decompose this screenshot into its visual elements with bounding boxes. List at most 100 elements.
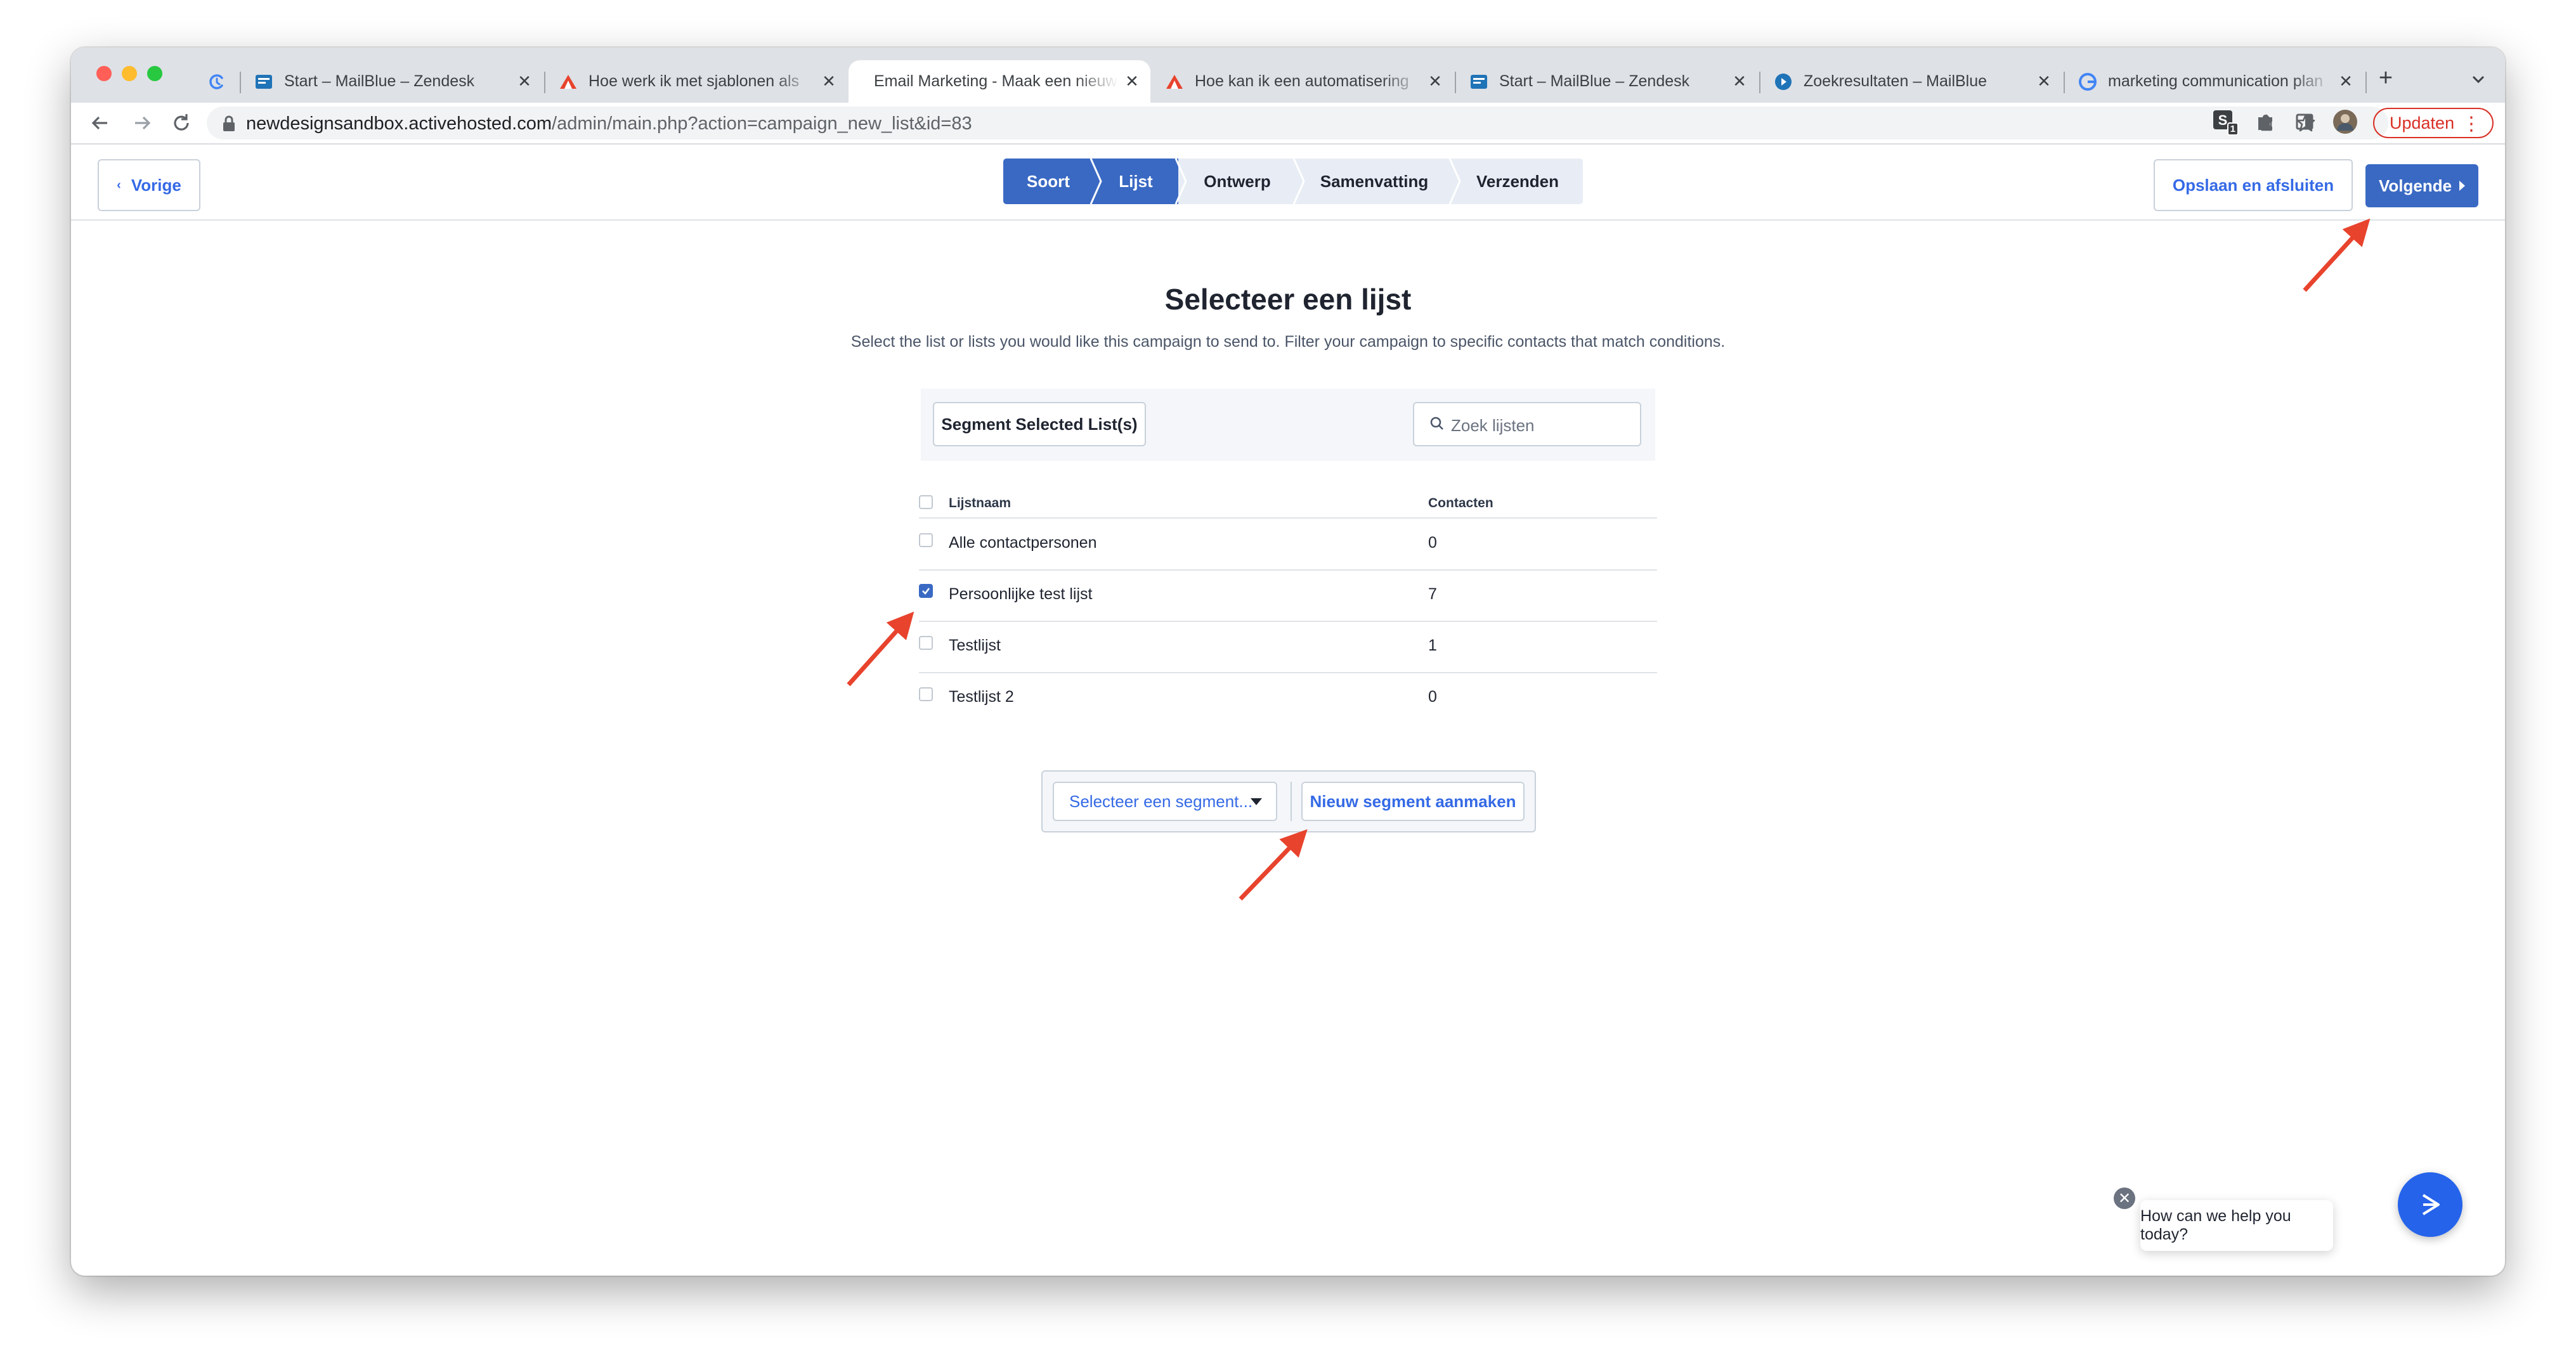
tab-title: Zoekresultaten – MailBlue: [1804, 72, 1987, 90]
browser-tab[interactable]: Zoekresultaten – MailBlue ✕: [1760, 60, 2062, 103]
update-chrome-button[interactable]: Updaten ⋮: [2373, 108, 2494, 138]
list-name: Testlijst 2: [949, 688, 1014, 706]
tab-title: Hoe werk ik met sjablonen als: [589, 72, 800, 90]
close-tab-icon[interactable]: ✕: [2034, 72, 2053, 91]
next-button[interactable]: Volgende: [2365, 164, 2478, 207]
list-name: Alle contactpersonen: [949, 534, 1097, 552]
chevron-left-icon: ‹: [117, 178, 121, 192]
url-path: /admin/main.php?action=campaign_new_list…: [552, 113, 972, 134]
page-subtitle: Select the list or lists you would like …: [850, 333, 1726, 351]
save-and-close-label: Opslaan en afsluiten: [2172, 175, 2334, 195]
column-header-contacts: Contacten: [1428, 496, 1493, 510]
chevron-down-icon[interactable]: [2467, 68, 2490, 91]
row-checkbox[interactable]: [919, 687, 933, 701]
tab-title: Email Marketing - Maak een nieuwe campag…: [874, 72, 1119, 90]
select-segment-dropdown[interactable]: Selecteer een segment...: [1053, 782, 1277, 821]
close-tab-icon[interactable]: ✕: [1730, 72, 1749, 91]
tab-title: Hoe kan ik een automatisering: [1195, 72, 1409, 90]
caret-down-icon: [1251, 798, 1262, 805]
reload-icon[interactable]: [167, 109, 195, 137]
select-all-checkbox[interactable]: [919, 495, 933, 509]
chat-launcher-button[interactable]: [2398, 1172, 2462, 1237]
browser-tab[interactable]: Start – MailBlue – Zendesk ✕: [241, 60, 543, 103]
extension-badge: 1: [2227, 122, 2239, 136]
side-panel-icon[interactable]: [2292, 109, 2317, 134]
close-tab-icon[interactable]: ✕: [1122, 72, 1142, 91]
lock-icon: [222, 115, 236, 132]
search-placeholder: Zoek lijsten: [1451, 416, 1535, 435]
zendesk-icon: [255, 73, 273, 91]
svg-text:S: S: [2218, 112, 2228, 128]
chat-message: How can we help you today?: [2140, 1207, 2291, 1243]
google-icon: [2079, 72, 2097, 91]
browser-tab[interactable]: marketing communication plan ✕: [2065, 60, 2364, 103]
tab-title: Start – MailBlue – Zendesk: [284, 72, 475, 90]
zendesk-icon: [1470, 73, 1488, 91]
new-tab-icon[interactable]: +: [2373, 65, 2398, 91]
mailblue-icon: [559, 73, 577, 91]
segment-selected-label: Segment Selected List(s): [941, 414, 1138, 434]
send-icon: [2422, 1194, 2440, 1215]
browser-window: Start – MailBlue – Zendesk ✕ Hoe werk ik…: [71, 48, 2505, 1276]
update-label: Updaten: [2390, 113, 2455, 133]
save-and-close-button[interactable]: Opslaan en afsluiten: [2154, 159, 2353, 211]
new-segment-label: Nieuw segment aanmaken: [1310, 791, 1516, 811]
url-bar[interactable]: newdesignsandbox.activehosted.com/admin/…: [207, 107, 2388, 139]
forward-arrow-icon[interactable]: [128, 109, 156, 137]
next-label: Volgende: [2378, 176, 2452, 195]
back-label: Vorige: [131, 175, 181, 195]
address-bar-row: newdesignsandbox.activehosted.com/admin/…: [71, 103, 2505, 145]
browser-tab[interactable]: Hoe kan ik een automatisering ✕: [1152, 60, 1454, 103]
page-title: Selecteer een lijst: [1164, 283, 1412, 316]
browser-tab[interactable]: Hoe werk ik met sjablonen als ✕: [545, 60, 847, 103]
list-contacts: 0: [1428, 534, 1437, 552]
profile-avatar[interactable]: [2332, 109, 2358, 134]
maximize-window-button[interactable]: [147, 66, 162, 81]
extension-s-icon[interactable]: S 1: [2212, 109, 2239, 136]
caret-right-icon: [2459, 181, 2466, 191]
segment-divider: [1291, 782, 1292, 821]
list-contacts: 1: [1428, 637, 1437, 654]
row-checkbox[interactable]: [919, 533, 933, 547]
tab-separator: [2365, 72, 2367, 93]
search-icon: [1427, 413, 1448, 435]
row-divider: [919, 672, 1657, 673]
browser-tab-active[interactable]: Email Marketing - Maak een nieuwe campag…: [849, 60, 1150, 103]
browser-tab[interactable]: Start – MailBlue – Zendesk ✕: [1456, 60, 1758, 103]
more-vert-icon: ⋮: [2462, 113, 2481, 134]
chat-prompt-bubble[interactable]: How can we help you today?: [2140, 1200, 2333, 1251]
close-tab-icon[interactable]: ✕: [819, 72, 838, 91]
segment-selected-lists-button[interactable]: Segment Selected List(s): [933, 402, 1146, 446]
close-window-button[interactable]: [96, 66, 112, 81]
step-chevron-dividers: [1090, 159, 1461, 204]
list-name: Persoonlijke test lijst: [949, 585, 1093, 603]
search-result-icon: [1774, 73, 1792, 91]
tab-title: marketing communication plan: [2108, 72, 2324, 90]
header-divider: [919, 517, 1657, 519]
puzzle-extensions-icon[interactable]: [2253, 109, 2278, 134]
close-tab-icon[interactable]: ✕: [1426, 72, 1445, 91]
list-contacts: 7: [1428, 585, 1437, 603]
list-name: Testlijst: [949, 637, 1001, 654]
tab-title: Start – MailBlue – Zendesk: [1499, 72, 1690, 90]
close-tab-icon[interactable]: ✕: [2336, 72, 2355, 91]
minimize-window-button[interactable]: [122, 66, 137, 81]
new-segment-button[interactable]: Nieuw segment aanmaken: [1301, 782, 1525, 821]
chat-close-icon[interactable]: ✕: [2114, 1188, 2135, 1209]
row-divider: [919, 621, 1657, 622]
campaign-header: ‹ Vorige Soort Lijst Ontwerp Samenvattin…: [71, 145, 2505, 221]
row-checkbox[interactable]: [919, 636, 933, 650]
select-segment-label: Selecteer een segment...: [1069, 791, 1253, 811]
back-arrow-icon[interactable]: [86, 109, 114, 137]
url-text: newdesignsandbox.activehosted.com/admin/…: [246, 113, 972, 134]
search-lists-input[interactable]: Zoek lijsten: [1413, 402, 1641, 446]
tab-strip: Start – MailBlue – Zendesk ✕ Hoe werk ik…: [71, 48, 2505, 103]
list-contacts: 0: [1428, 688, 1437, 706]
mailblue-icon: [1166, 73, 1183, 91]
back-button[interactable]: ‹ Vorige: [98, 159, 200, 211]
browser-tab[interactable]: [195, 60, 238, 103]
close-tab-icon[interactable]: ✕: [515, 72, 534, 91]
row-checkbox-checked[interactable]: [919, 584, 933, 598]
url-host: newdesignsandbox.activehosted.com: [246, 113, 552, 134]
row-divider: [919, 569, 1657, 571]
